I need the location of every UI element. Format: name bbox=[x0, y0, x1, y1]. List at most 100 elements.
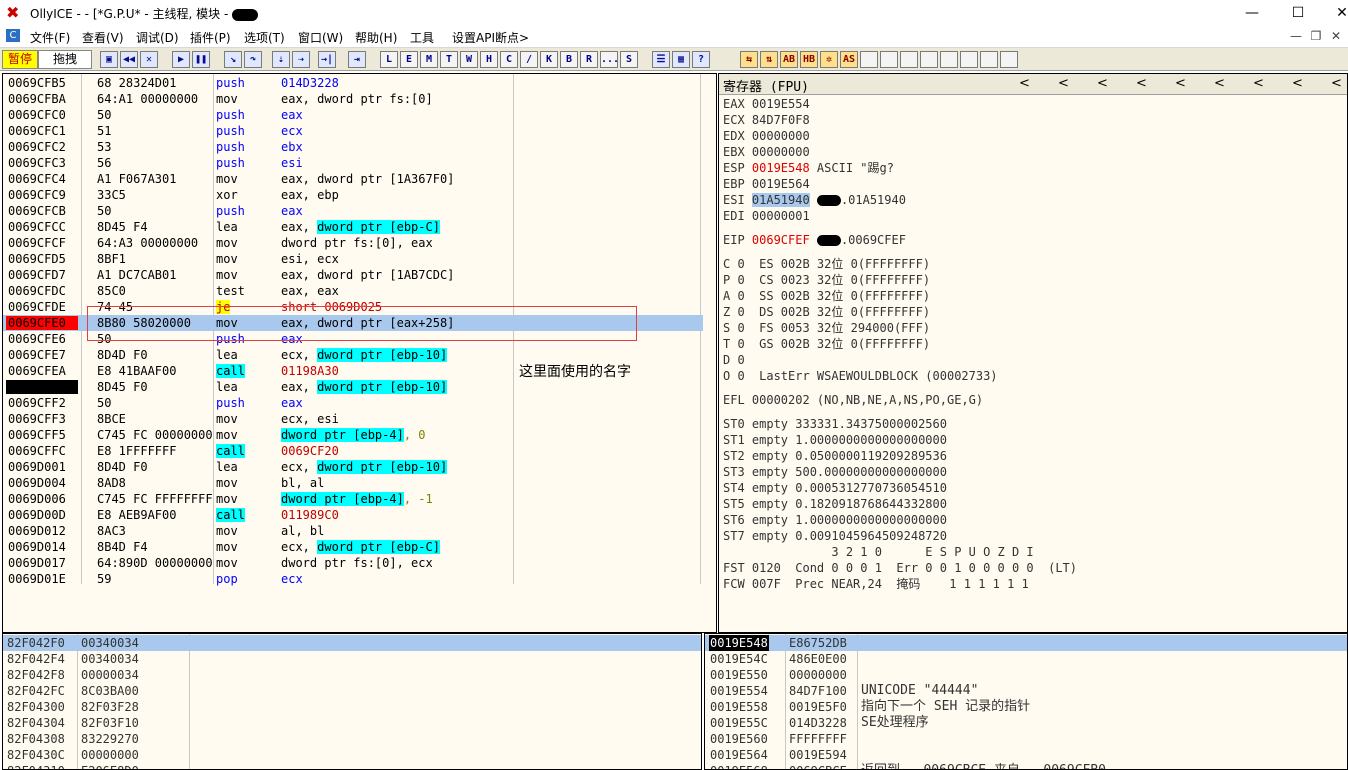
dump-address[interactable]: 82F042F4 bbox=[7, 651, 65, 667]
register-nav-chevron[interactable]: < bbox=[1136, 76, 1147, 91]
register-line[interactable]: ST6 empty 1.0000000000000000000 bbox=[723, 512, 947, 528]
disasm-address[interactable]: 0069CFEF bbox=[6, 380, 78, 394]
register-line[interactable]: ESI 01A51940 .01A51940 bbox=[723, 192, 906, 208]
disasm-address[interactable]: 0069D001 bbox=[6, 460, 78, 474]
register-line[interactable]: ESP 0019E548 ASCII "踢g? bbox=[723, 160, 894, 176]
register-line[interactable]: FST 0120 Cond 0 0 0 1 Err 0 0 1 0 0 0 0 … bbox=[723, 560, 1077, 576]
disasm-row[interactable]: 0069CFC0 50 push eax bbox=[3, 107, 703, 123]
register-line[interactable]: D 0 bbox=[723, 352, 745, 368]
disasm-row[interactable]: 0069CFF2 50 push eax bbox=[3, 395, 703, 411]
register-nav-chevron[interactable]: < bbox=[1214, 76, 1225, 91]
register-nav-chevron[interactable]: < bbox=[1019, 76, 1030, 91]
windows-window-button[interactable]: W bbox=[460, 51, 478, 68]
disasm-address[interactable]: 0069CFB5 bbox=[6, 76, 78, 90]
mdi-close-button[interactable]: ✕ bbox=[1326, 28, 1346, 44]
register-line[interactable]: ST0 empty 333331.34375000002560 bbox=[723, 416, 947, 432]
dump-row[interactable]: 82F0430C 00000000 bbox=[3, 747, 701, 763]
step-over-icon[interactable]: ↷ bbox=[244, 51, 262, 68]
execute-till-return-icon[interactable]: →| bbox=[318, 51, 336, 68]
empty-tool-6[interactable] bbox=[960, 51, 978, 68]
register-line[interactable]: ECX 84D7F0F8 bbox=[723, 112, 810, 128]
dump-address[interactable]: 82F042F0 bbox=[7, 635, 65, 651]
register-value-changed[interactable]: 0069CFEF bbox=[752, 233, 810, 247]
disasm-row[interactable]: 0069CFFC E8 1FFFFFFF call 0069CF20 bbox=[3, 443, 703, 459]
register-line[interactable]: ST5 empty 0.1820918768644332800 bbox=[723, 496, 947, 512]
register-line[interactable]: ST4 empty 0.0005312770736054510 bbox=[723, 480, 947, 496]
menu-debug[interactable]: 调试(D) bbox=[136, 29, 179, 46]
disasm-address[interactable]: 0069CFC4 bbox=[6, 172, 78, 186]
register-line[interactable]: P 0 CS 0023 32位 0(FFFFFFFF) bbox=[723, 272, 930, 288]
disasm-row[interactable]: 0069CFBA 64:A1 00000000 mov eax, dword ptr … bbox=[3, 91, 703, 107]
callstack-window-button[interactable]: K bbox=[540, 51, 558, 68]
dump-address[interactable]: 82F04300 bbox=[7, 699, 65, 715]
dump-row[interactable]: 82F042FC 8C03BA00 bbox=[3, 683, 701, 699]
disasm-address[interactable]: 0069CFEA bbox=[6, 364, 78, 378]
memory-dump-pane[interactable]: 82F042F0 00340034 82F042F4 00340034 82F042F8… bbox=[2, 633, 702, 770]
register-line[interactable]: EDX 00000000 bbox=[723, 128, 810, 144]
register-line[interactable]: EBX 00000000 bbox=[723, 144, 810, 160]
stack-address[interactable]: 0019E568 bbox=[709, 763, 769, 769]
disasm-row[interactable]: 0069CFC4 A1 F067A301 mov eax, dword ptr [1A… bbox=[3, 171, 703, 187]
disasm-address[interactable]: 0069CFE7 bbox=[6, 348, 78, 362]
list-icon[interactable]: ☰ bbox=[652, 51, 670, 68]
disasm-row[interactable]: 0069D001 8D4D F0 lea ecx, dword ptr [ebp-10… bbox=[3, 459, 703, 475]
register-line[interactable]: T 0 GS 002B 32位 0(FFFFFFFF) bbox=[723, 336, 930, 352]
register-line[interactable]: ST2 empty 0.0500000119209289536 bbox=[723, 448, 947, 464]
disasm-address[interactable]: 0069D012 bbox=[6, 524, 78, 538]
disasm-address[interactable]: 0069CFC9 bbox=[6, 188, 78, 202]
disasm-row[interactable]: 0069CFF5 C745 FC 00000000 mov dword ptr [eb… bbox=[3, 427, 703, 443]
minimize-button[interactable]: — bbox=[1232, 2, 1272, 24]
register-value-selected[interactable]: 01A51940 bbox=[751, 193, 810, 207]
cpu-window-button[interactable]: C bbox=[500, 51, 518, 68]
stack-row[interactable]: 0019E558 0019E5F0 指向下一个 SEH 记录的指针 bbox=[705, 699, 1347, 715]
disasm-address[interactable]: 0069D006 bbox=[6, 492, 78, 506]
disasm-address[interactable]: 0069CFD5 bbox=[6, 252, 78, 266]
disasm-row[interactable]: 0069CFC1 51 push ecx bbox=[3, 123, 703, 139]
disasm-row[interactable]: 0069D004 8AD8 mov bl, al bbox=[3, 475, 703, 491]
disasm-address[interactable]: 0069CFC0 bbox=[6, 108, 78, 122]
stack-pane[interactable]: 0019E548 E86752DB 0019E54C 486E0E00 0019E550… bbox=[704, 633, 1348, 770]
dump-address[interactable]: 82F04304 bbox=[7, 715, 65, 731]
empty-tool-7[interactable] bbox=[980, 51, 998, 68]
disasm-address[interactable]: 0069CFF2 bbox=[6, 396, 78, 410]
register-line[interactable]: ST3 empty 500.00000000000000000 bbox=[723, 464, 947, 480]
disasm-row[interactable]: 0069CFEF 8D45 F0 lea eax, dword ptr [ebp-10… bbox=[3, 379, 703, 395]
disasm-row[interactable]: 0069D006 C745 FC FFFFFFFF mov dword ptr [eb… bbox=[3, 491, 703, 507]
dump-row[interactable]: 82F04310 E206E8D0 bbox=[3, 763, 701, 769]
register-nav-chevron[interactable]: < bbox=[1058, 76, 1069, 91]
dump-row[interactable]: 82F042F8 00000034 bbox=[3, 667, 701, 683]
cpu-window-icon[interactable]: C bbox=[6, 29, 20, 42]
disasm-address[interactable]: 0069CFDE bbox=[6, 300, 78, 314]
register-line[interactable]: S 0 FS 0053 32位 294000(FFF) bbox=[723, 320, 930, 336]
disasm-address[interactable]: 0069CFD7 bbox=[6, 268, 78, 282]
dump-address[interactable]: 82F042FC bbox=[7, 683, 65, 699]
dump-row[interactable]: 82F042F0 00340034 bbox=[3, 635, 701, 651]
stack-address[interactable]: 0019E554 bbox=[709, 683, 769, 699]
register-nav-chevron[interactable]: < bbox=[1292, 76, 1303, 91]
stack-row[interactable]: 0019E568 0069CBCE 返回到 .0069CBCE 来自 .0069CF… bbox=[705, 763, 1347, 769]
dump-address[interactable]: 82F0430C bbox=[7, 747, 65, 763]
menu-options[interactable]: 选项(T) bbox=[244, 29, 285, 46]
disassembly-pane[interactable]: 0069CFB5 68 28324D01 push 014D3228 0069CFBA 6… bbox=[2, 73, 717, 633]
disasm-row[interactable]: 0069CFDC 85C0 test eax, eax bbox=[3, 283, 703, 299]
empty-tool-3[interactable] bbox=[900, 51, 918, 68]
disasm-address[interactable]: 0069CFC2 bbox=[6, 140, 78, 154]
register-line[interactable]: FCW 007F Prec NEAR,24 掩码 1 1 1 1 1 1 bbox=[723, 576, 1029, 592]
register-line[interactable]: Z 0 DS 002B 32位 0(FFFFFFFF) bbox=[723, 304, 930, 320]
register-line[interactable]: EFL 00000202 (NO,NB,NE,A,NS,PO,GE,G) bbox=[723, 392, 983, 408]
register-line[interactable]: ST1 empty 1.0000000000000000000 bbox=[723, 432, 947, 448]
disasm-row[interactable]: 0069CFCB 50 push eax bbox=[3, 203, 703, 219]
register-nav-chevron[interactable]: < bbox=[1097, 76, 1108, 91]
stack-address[interactable]: 0019E548 bbox=[709, 635, 769, 651]
menu-window[interactable]: 窗口(W) bbox=[298, 29, 343, 46]
empty-tool-1[interactable] bbox=[860, 51, 878, 68]
register-line[interactable]: 3 2 1 0 E S P U O Z D I bbox=[723, 544, 1033, 560]
register-line[interactable]: EAX 0019E554 bbox=[723, 96, 810, 112]
register-line[interactable]: O 0 LastErr WSAEWOULDBLOCK (00002733) bbox=[723, 368, 998, 384]
register-line[interactable]: ST7 empty 0.0091045964509248720 bbox=[723, 528, 947, 544]
empty-tool-2[interactable] bbox=[880, 51, 898, 68]
register-line[interactable]: A 0 SS 002B 32位 0(FFFFFFFF) bbox=[723, 288, 930, 304]
maximize-button[interactable]: ☐ bbox=[1278, 2, 1318, 24]
breakpoints-window-button[interactable]: B bbox=[560, 51, 578, 68]
stack-row[interactable]: 0019E554 84D7F100 UNICODE "44444" bbox=[705, 683, 1347, 699]
